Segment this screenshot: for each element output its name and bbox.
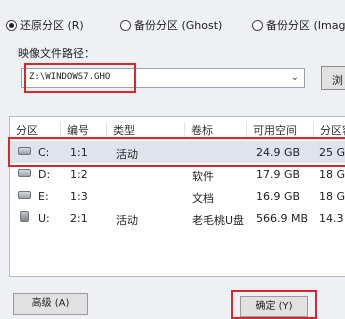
- drive-letter: D:: [38, 168, 51, 181]
- volume-label: 老毛桃U盘: [192, 214, 245, 227]
- backup-ghost-label: 备份分区 (Ghost): [134, 19, 223, 32]
- free-space: 16.9 GB: [256, 190, 301, 203]
- partition-type: 活动: [116, 214, 138, 227]
- volume-label: 文档: [192, 192, 214, 205]
- partition-number: 1:3: [70, 190, 88, 203]
- partition-number: 1:2: [70, 168, 88, 181]
- radio-indicator: [120, 19, 131, 31]
- col-number[interactable]: 编号: [60, 122, 89, 138]
- advanced-button[interactable]: 高级 (A): [13, 293, 88, 315]
- table-row[interactable]: E: 1:3 文档 16.9 GB 18 GE: [10, 185, 345, 207]
- hard-disk-icon: [18, 191, 31, 199]
- free-space: 17.9 GB: [256, 168, 301, 181]
- partition-size: 18 GE: [319, 190, 345, 203]
- restore-partition-radio[interactable]: 还原分区 (R): [6, 17, 84, 33]
- browse-label: 浏: [332, 74, 343, 87]
- col-free-space[interactable]: 可用空间: [246, 122, 297, 138]
- radio-indicator: [252, 19, 263, 31]
- chevron-down-icon[interactable]: ⌄: [291, 72, 299, 83]
- row-highlight-box: [8, 137, 345, 167]
- volume-label: 软件: [192, 170, 214, 183]
- usb-drive-icon: [20, 211, 29, 222]
- backup-imagex-label: 备份分区 (Imagex: [266, 19, 345, 32]
- col-type[interactable]: 类型: [106, 122, 135, 138]
- col-partition[interactable]: 分区: [16, 122, 38, 138]
- ok-highlight-box: [231, 290, 317, 319]
- backup-imagex-radio[interactable]: 备份分区 (Imagex: [252, 17, 345, 33]
- drive-letter: E:: [38, 190, 49, 203]
- table-row[interactable]: U: 2:1 活动 老毛桃U盘 566.9 MB 14.3 G: [10, 207, 345, 229]
- hard-disk-icon: [18, 169, 31, 177]
- image-path-label: 映像文件路径：: [18, 47, 95, 60]
- partition-number: 2:1: [70, 212, 88, 225]
- path-highlight-box: [24, 63, 136, 93]
- col-size[interactable]: 分区容: [313, 122, 345, 138]
- partition-size: 18 GE: [319, 168, 345, 181]
- partition-size: 14.3 G: [319, 212, 345, 225]
- browse-button[interactable]: 浏: [321, 66, 345, 90]
- radio-selected-indicator: [6, 19, 17, 31]
- backup-ghost-radio[interactable]: 备份分区 (Ghost): [120, 17, 222, 33]
- drive-letter: U:: [38, 212, 50, 225]
- col-label[interactable]: 卷标: [184, 122, 213, 138]
- restore-partition-label: 还原分区 (R): [20, 19, 84, 32]
- free-space: 566.9 MB: [256, 212, 309, 225]
